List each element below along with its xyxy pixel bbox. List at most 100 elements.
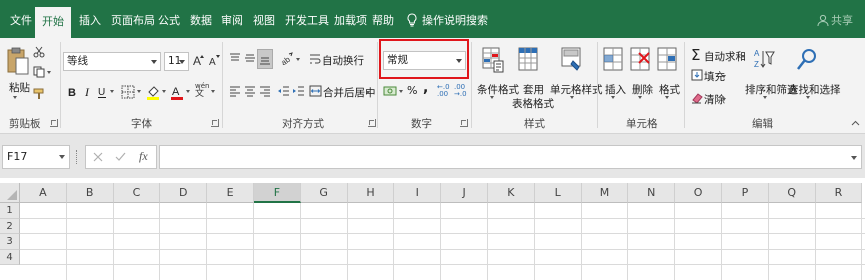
row-header-1[interactable]: 1 xyxy=(0,203,20,219)
column-header-o[interactable]: O xyxy=(675,183,722,203)
row-header-4[interactable]: 4 xyxy=(0,249,20,265)
collapse-ribbon-icon[interactable] xyxy=(851,120,860,126)
format-painter-icon[interactable] xyxy=(33,88,45,100)
align-top-icon[interactable] xyxy=(229,52,241,64)
decrease-decimal-button[interactable]: .00 →.0 xyxy=(454,84,468,98)
fill-icon[interactable] xyxy=(691,69,703,81)
column-header-p[interactable]: P xyxy=(722,183,769,203)
cell-styles-dropdown[interactable] xyxy=(570,96,574,99)
format-cells-dropdown[interactable] xyxy=(665,96,669,99)
column-header-b[interactable]: B xyxy=(66,183,114,203)
tab-page-layout[interactable]: 页面布局 xyxy=(111,11,155,38)
format-as-table-label-1[interactable]: 套用 xyxy=(523,82,544,97)
eraser-icon[interactable] xyxy=(691,92,703,104)
number-format-combo[interactable]: 常规 xyxy=(383,51,466,70)
column-header-f[interactable]: F xyxy=(254,183,301,203)
clipboard-launcher[interactable] xyxy=(50,119,58,127)
tab-review[interactable]: 审阅 xyxy=(221,11,243,38)
conditional-formatting-icon[interactable] xyxy=(482,47,504,73)
font-launcher[interactable] xyxy=(211,119,219,127)
increase-decimal-button[interactable]: ←.0 .00 xyxy=(437,84,451,98)
fill-color-icon[interactable] xyxy=(146,84,160,100)
formula-input[interactable] xyxy=(159,145,862,169)
delete-cells-dropdown[interactable] xyxy=(638,96,642,99)
accounting-dropdown-arrow[interactable] xyxy=(399,90,403,93)
align-bottom-button[interactable] xyxy=(257,49,273,69)
fill-color-dropdown-arrow[interactable] xyxy=(162,90,166,93)
tab-insert[interactable]: 插入 xyxy=(79,11,101,38)
column-header-r[interactable]: R xyxy=(815,183,863,203)
column-header-c[interactable]: C xyxy=(113,183,161,203)
column-header-k[interactable]: K xyxy=(488,183,535,203)
name-box-dropdown[interactable] xyxy=(59,155,65,159)
font-color-dropdown-arrow[interactable] xyxy=(186,90,190,93)
bold-icon[interactable]: B xyxy=(66,85,78,99)
delete-cells-icon[interactable] xyxy=(630,47,652,73)
sort-filter-icon[interactable]: A Z xyxy=(753,47,775,73)
name-box[interactable]: F17 xyxy=(2,145,70,169)
align-left-icon[interactable] xyxy=(229,85,241,97)
format-as-table-dropdown[interactable] xyxy=(548,100,552,103)
tab-view[interactable]: 视图 xyxy=(253,11,275,38)
find-select-icon[interactable] xyxy=(796,47,818,73)
font-color-icon[interactable]: A xyxy=(170,84,184,100)
sigma-icon[interactable]: Σ xyxy=(691,46,700,64)
font-name-combo[interactable]: 等线 xyxy=(63,52,161,71)
wrap-text-button[interactable]: 自动换行 xyxy=(322,53,364,68)
find-select-label[interactable]: 查找和选择 xyxy=(788,82,841,97)
splitter-handle[interactable] xyxy=(76,150,78,164)
orientation-dropdown-arrow[interactable] xyxy=(296,58,300,61)
conditional-formatting-dropdown[interactable] xyxy=(490,96,494,99)
number-launcher[interactable] xyxy=(460,119,468,127)
merge-dropdown-arrow[interactable] xyxy=(366,91,370,94)
column-header-q[interactable]: Q xyxy=(768,183,816,203)
italic-icon[interactable]: I xyxy=(82,85,94,99)
tab-help[interactable]: 帮助 xyxy=(372,11,394,38)
row-header-2[interactable]: 2 xyxy=(0,218,20,234)
format-as-table-icon[interactable] xyxy=(518,47,540,73)
align-middle-icon[interactable] xyxy=(244,52,256,64)
align-right-icon[interactable] xyxy=(259,85,271,97)
insert-cells-label[interactable]: 插入 xyxy=(605,82,626,97)
wrap-text-icon[interactable] xyxy=(309,53,321,65)
percent-style-button[interactable]: % xyxy=(407,84,417,97)
cell-styles-icon[interactable] xyxy=(561,47,583,73)
tab-developer[interactable]: 开发工具 xyxy=(285,11,329,38)
insert-cells-dropdown[interactable] xyxy=(611,96,615,99)
accounting-format-icon[interactable] xyxy=(383,84,397,98)
tab-file[interactable]: 文件 xyxy=(10,11,32,38)
insert-function-button[interactable]: fx xyxy=(139,149,148,164)
share-button[interactable]: 共享 xyxy=(817,12,853,28)
format-as-table-label-2[interactable]: 表格格式 xyxy=(512,96,554,111)
format-cells-label[interactable]: 格式 xyxy=(659,82,680,97)
underline-icon[interactable]: U xyxy=(96,85,108,99)
column-header-a[interactable]: A xyxy=(20,183,67,203)
increase-indent-icon[interactable] xyxy=(292,85,305,97)
merge-center-icon[interactable] xyxy=(309,85,322,97)
column-header-g[interactable]: G xyxy=(300,183,348,203)
column-header-h[interactable]: H xyxy=(347,183,395,203)
conditional-formatting-label[interactable]: 条件格式 xyxy=(477,82,519,97)
autosum-button[interactable]: 自动求和 xyxy=(704,49,746,64)
column-header-i[interactable]: I xyxy=(394,183,442,203)
fill-dropdown[interactable] xyxy=(722,75,726,78)
phonetic-dropdown-arrow[interactable] xyxy=(211,90,215,93)
alignment-launcher[interactable] xyxy=(368,119,376,127)
sort-filter-dropdown[interactable] xyxy=(763,96,767,99)
find-select-dropdown[interactable] xyxy=(806,96,810,99)
decrease-indent-icon[interactable] xyxy=(277,85,290,97)
phonetic-guide-button[interactable]: wén 文 xyxy=(195,82,209,99)
borders-icon[interactable] xyxy=(121,85,135,99)
cell-styles-label[interactable]: 单元格样式 xyxy=(550,82,603,97)
select-all-corner[interactable] xyxy=(0,183,20,203)
shrink-font-icon[interactable]: A xyxy=(208,53,220,67)
column-header-j[interactable]: J xyxy=(441,183,488,203)
grow-font-icon[interactable]: A xyxy=(192,53,206,67)
underline-dropdown-arrow[interactable] xyxy=(110,90,114,93)
expand-formula-bar[interactable] xyxy=(851,156,857,160)
tab-data[interactable]: 数据 xyxy=(190,11,212,38)
copy-dropdown-arrow[interactable] xyxy=(47,71,51,74)
column-header-l[interactable]: L xyxy=(534,183,582,203)
tab-formulas[interactable]: 公式 xyxy=(158,11,180,38)
cancel-icon[interactable] xyxy=(93,152,103,162)
